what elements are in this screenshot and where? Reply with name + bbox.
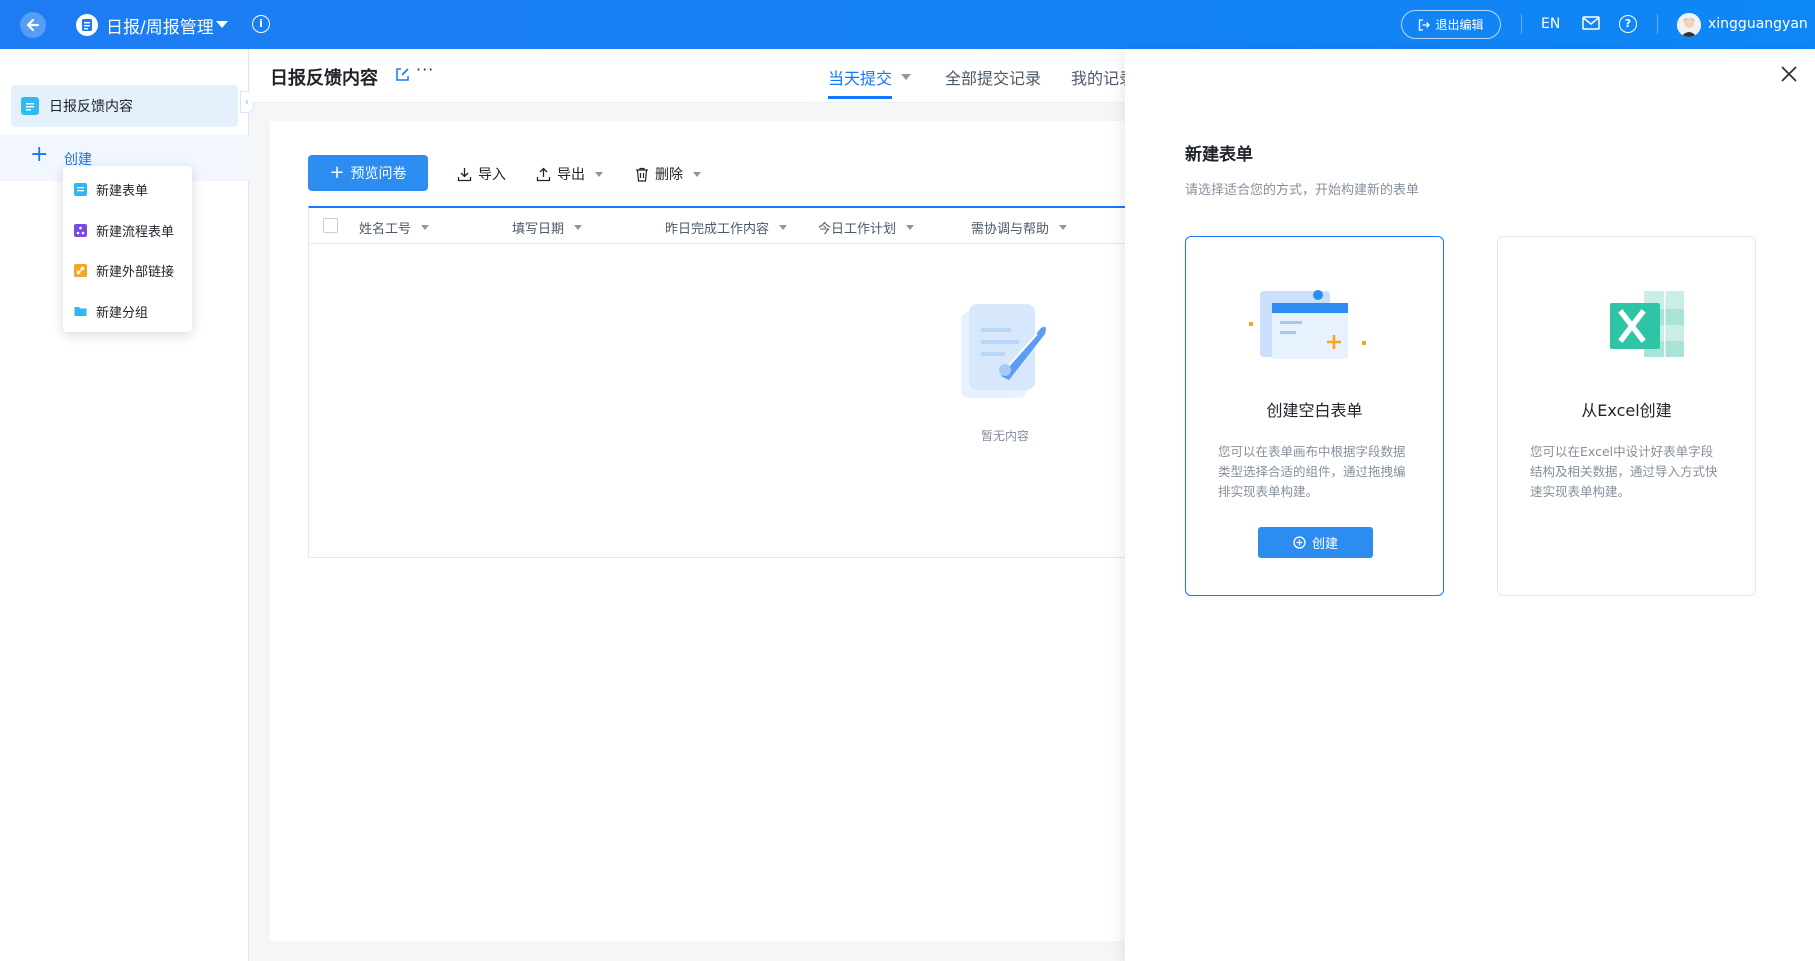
create-label: 创建 (1311, 537, 1338, 552)
workflow-icon (74, 223, 87, 237)
blank-form-illustration (1246, 287, 1386, 367)
exit-edit-button[interactable]: 退出编辑 (1401, 10, 1501, 39)
form-icon (21, 97, 39, 115)
import-button[interactable]: 导入 (457, 164, 506, 184)
sort-chevron-down-icon[interactable] (1059, 225, 1068, 230)
exit-edit-label: 退出编辑 (1435, 18, 1484, 32)
arrow-left-icon (26, 18, 40, 32)
download-icon (457, 167, 472, 181)
preview-survey-label: 预览问卷 (350, 166, 407, 182)
folder-icon (74, 305, 87, 318)
close-icon[interactable] (1779, 64, 1799, 84)
link-icon (74, 263, 87, 277)
column-header-help-needed[interactable]: 需协调与帮助 (971, 218, 1068, 237)
chevron-down-icon (693, 171, 701, 177)
mail-icon[interactable] (1582, 16, 1600, 34)
column-header-name-id[interactable]: 姓名工号 (359, 218, 430, 237)
column-label: 今日工作计划 (818, 222, 897, 237)
username[interactable]: xingguangyan (1708, 16, 1808, 32)
trash-icon (636, 167, 648, 182)
column-label: 姓名工号 (359, 222, 412, 237)
card-title: 从Excel创建 (1581, 401, 1672, 420)
divider (1521, 14, 1522, 34)
blank-form-card[interactable]: 创建空白表单 您可以在表单画布中根据字段数据类型选择合适的组件，通过拖拽编排实现… (1185, 236, 1444, 596)
sort-chevron-down-icon[interactable] (906, 225, 915, 230)
more-icon[interactable]: ··· (416, 60, 434, 79)
new-form-drawer: 新建表单 请选择适合您的方式，开始构建新的表单 创建空白表单 您可以在表单画布中… (1125, 49, 1815, 961)
card-description: 您可以在Excel中设计好表单字段结构及相关数据，通过导入方式快速实现表单构建。 (1530, 444, 1718, 499)
upload-icon (536, 167, 551, 181)
create-blank-form-button[interactable]: 创建 (1258, 527, 1373, 558)
edit-icon[interactable] (395, 67, 410, 86)
column-label: 填写日期 (512, 222, 565, 237)
preview-survey-button[interactable]: + 预览问卷 (308, 155, 428, 191)
form-icon (74, 182, 87, 196)
info-icon[interactable]: i (252, 15, 270, 33)
menu-item-new-form[interactable]: 新建表单 (63, 169, 192, 209)
tab-chevron-down-icon[interactable] (901, 74, 911, 80)
delete-label: 删除 (655, 167, 683, 183)
drawer-subtitle: 请选择适合您的方式，开始构建新的表单 (1185, 183, 1420, 198)
language-switch[interactable]: EN (1541, 16, 1560, 32)
column-header-today-plan[interactable]: 今日工作计划 (818, 218, 915, 237)
help-icon[interactable]: ? (1619, 15, 1637, 33)
menu-item-label: 新建表单 (96, 183, 149, 199)
delete-button[interactable]: 删除 (635, 164, 701, 184)
export-label: 导出 (557, 167, 585, 183)
column-label: 需协调与帮助 (971, 222, 1050, 237)
menu-item-label: 新建分组 (96, 305, 149, 321)
back-button[interactable] (20, 12, 46, 38)
sidebar-item-label: 日报反馈内容 (49, 99, 133, 115)
plus-icon: + (329, 162, 345, 183)
menu-item-new-workflow-form[interactable]: 新建流程表单 (63, 210, 192, 250)
sort-chevron-down-icon[interactable] (421, 225, 430, 230)
plus-circle-icon (1293, 536, 1306, 549)
app-title[interactable]: 日报/周报管理 (106, 13, 214, 38)
tab-today[interactable]: 当天提交 (828, 65, 892, 89)
column-label: 昨日完成工作内容 (665, 222, 770, 237)
menu-item-label: 新建流程表单 (96, 224, 175, 240)
divider (1657, 14, 1658, 34)
sort-chevron-down-icon[interactable] (574, 225, 583, 230)
excel-import-card[interactable]: 从Excel创建 您可以在Excel中设计好表单字段结构及相关数据，通过导入方式… (1497, 236, 1756, 596)
column-header-date[interactable]: 填写日期 (512, 218, 583, 237)
menu-item-new-group[interactable]: 新建分组 (63, 291, 192, 331)
card-title: 创建空白表单 (1266, 401, 1363, 420)
empty-state-illustration (953, 298, 1053, 412)
chevron-down-icon (595, 171, 603, 177)
exit-icon (1419, 18, 1431, 31)
tab-active-indicator (828, 96, 892, 99)
menu-item-new-external-link[interactable]: 新建外部链接 (63, 250, 192, 290)
page-title: 日报反馈内容 (270, 68, 378, 89)
menu-item-label: 新建外部链接 (96, 264, 175, 280)
select-all-checkbox[interactable] (323, 218, 338, 233)
app-switch-chevron-down-icon[interactable] (216, 21, 228, 28)
import-label: 导入 (478, 167, 506, 183)
app-icon (76, 14, 98, 36)
empty-text: 暂无内容 (981, 429, 1030, 443)
card-description: 您可以在表单画布中根据字段数据类型选择合适的组件，通过拖拽编排实现表单构建。 (1218, 444, 1406, 499)
tab-all-records[interactable]: 全部提交记录 (945, 65, 1041, 89)
excel-icon (1558, 287, 1698, 367)
export-button[interactable]: 导出 (536, 164, 603, 184)
sidebar-item-daily-feedback[interactable]: 日报反馈内容 (11, 85, 238, 127)
column-header-yesterday-work[interactable]: 昨日完成工作内容 (665, 218, 788, 237)
sort-chevron-down-icon[interactable] (779, 225, 788, 230)
top-bar: 日报/周报管理 i 退出编辑 EN ? xingguangyan (0, 0, 1815, 49)
avatar[interactable] (1677, 13, 1701, 37)
create-menu: 新建表单 新建流程表单 新建外部链接 新建分组 (63, 166, 192, 332)
plus-icon: + (30, 142, 49, 167)
drawer-title: 新建表单 (1185, 145, 1253, 165)
